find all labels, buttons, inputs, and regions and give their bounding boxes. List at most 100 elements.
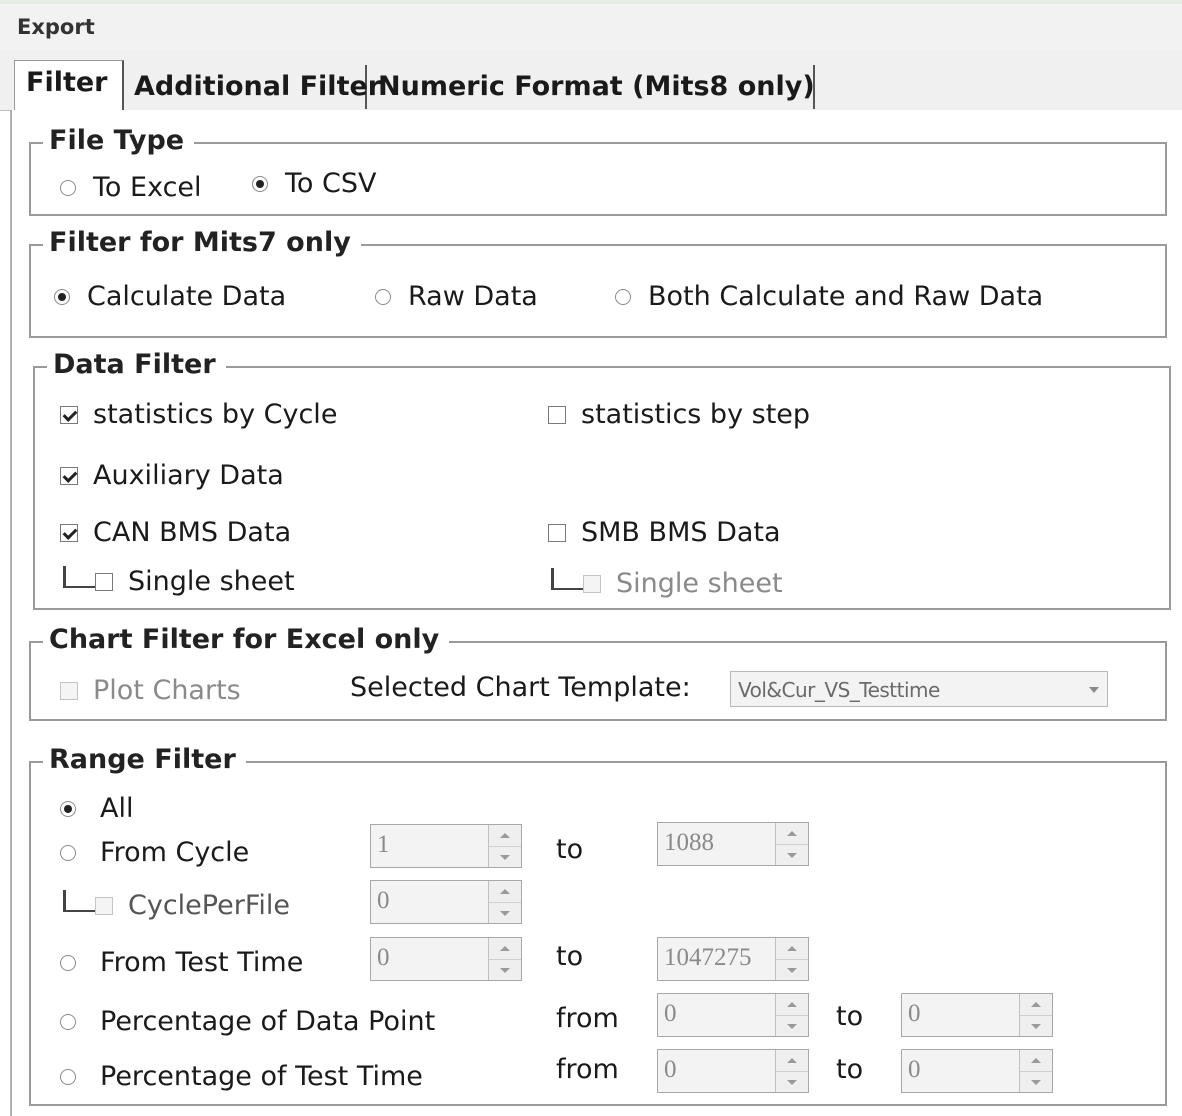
from-test-time-label: From Test Time: [100, 947, 304, 978]
plot-charts-check[interactable]: [60, 681, 78, 700]
pct-data-point-radio[interactable]: Percentage of Data Point: [60, 1006, 435, 1037]
time-to-spinner[interactable]: 1047275: [657, 937, 809, 981]
spinner-buttons: [775, 938, 808, 980]
spin-up-icon[interactable]: [489, 938, 521, 959]
pdp-from-value: 0: [664, 1000, 677, 1027]
cycle-to-label: to: [556, 834, 584, 865]
smb-bms-check[interactable]: [548, 523, 566, 542]
pdp-to-spinner[interactable]: 0: [901, 993, 1053, 1037]
raw-data-radio[interactable]: Raw Data: [375, 281, 538, 312]
cycle-per-file-spinner[interactable]: 0: [370, 880, 522, 924]
range-all-radio[interactable]: All: [60, 793, 133, 824]
spin-down-icon[interactable]: [776, 1015, 808, 1037]
calculate-data-radio[interactable]: Calculate Data: [54, 281, 286, 312]
pct-data-point-radio-circle[interactable]: [60, 1013, 76, 1030]
ptt-to-label: to: [836, 1054, 864, 1085]
title-bar: Export: [0, 4, 1182, 51]
pdp-to-value: 0: [908, 1000, 921, 1027]
data-filter-title: Data Filter: [47, 349, 226, 380]
ptt-from-value: 0: [664, 1056, 677, 1083]
chart-template-dropdown[interactable]: Vol&Cur_VS_Testtime: [730, 671, 1108, 707]
cycle-per-file-checkbox[interactable]: CyclePerFile: [63, 889, 290, 921]
aux-data-checkbox[interactable]: Auxiliary Data: [60, 460, 284, 491]
tab-additional-filter-label: Additional Filter: [134, 71, 382, 102]
calculate-data-radio-circle[interactable]: [54, 288, 70, 305]
window-title: Export: [17, 15, 95, 39]
tab-numeric-format[interactable]: Numeric Format (Mits8 only): [367, 65, 815, 109]
pct-data-point-label: Percentage of Data Point: [100, 1006, 436, 1037]
spin-up-icon[interactable]: [776, 1050, 808, 1071]
calculate-data-label: Calculate Data: [87, 281, 287, 312]
tab-filter[interactable]: Filter: [14, 60, 124, 112]
can-bms-check[interactable]: [60, 523, 78, 542]
time-from-value: 0: [377, 944, 390, 971]
file-type-title: File Type: [43, 125, 195, 156]
time-to-label: to: [556, 941, 584, 972]
can-single-sheet-checkbox[interactable]: Single sheet: [63, 565, 295, 597]
cycle-to-spinner[interactable]: 1088: [657, 822, 809, 866]
plot-charts-checkbox[interactable]: Plot Charts: [60, 675, 241, 706]
pdp-from-label: from: [556, 1003, 619, 1034]
spin-down-icon[interactable]: [489, 846, 521, 868]
cycle-per-file-check[interactable]: [95, 896, 113, 915]
spin-down-icon[interactable]: [1020, 1071, 1052, 1093]
from-cycle-radio-circle[interactable]: [60, 844, 76, 861]
from-cycle-radio[interactable]: From Cycle: [60, 837, 249, 868]
smb-single-sheet-check[interactable]: [583, 574, 601, 593]
aux-data-check[interactable]: [60, 466, 78, 485]
spin-up-icon[interactable]: [489, 825, 521, 846]
range-all-radio-circle[interactable]: [60, 800, 76, 817]
spin-down-icon[interactable]: [489, 959, 521, 981]
to-excel-radio-circle[interactable]: [60, 179, 76, 196]
spin-up-icon[interactable]: [1020, 994, 1052, 1015]
range-all-label: All: [100, 793, 134, 824]
chart-filter-title: Chart Filter for Excel only: [43, 624, 450, 655]
smb-bms-checkbox[interactable]: SMB BMS Data: [548, 517, 781, 548]
spin-up-icon[interactable]: [1020, 1050, 1052, 1071]
pdp-from-spinner[interactable]: 0: [657, 993, 809, 1037]
spin-up-icon[interactable]: [489, 881, 521, 902]
range-filter-title: Range Filter: [43, 744, 246, 775]
from-test-time-radio[interactable]: From Test Time: [60, 947, 303, 978]
from-test-time-radio-circle[interactable]: [60, 954, 76, 971]
mits7-filter-title: Filter for Mits7 only: [43, 227, 361, 258]
from-cycle-label: From Cycle: [100, 837, 250, 868]
ptt-from-spinner[interactable]: 0: [657, 1049, 809, 1093]
spin-down-icon[interactable]: [776, 959, 808, 981]
stat-cycle-check[interactable]: [60, 405, 78, 424]
stat-cycle-label: statistics by Cycle: [93, 399, 338, 430]
ptt-from-label: from: [556, 1054, 619, 1085]
smb-bms-label: SMB BMS Data: [581, 517, 781, 548]
stat-cycle-checkbox[interactable]: statistics by Cycle: [60, 399, 337, 430]
both-data-label: Both Calculate and Raw Data: [648, 281, 1044, 312]
stat-step-check[interactable]: [548, 405, 566, 424]
to-csv-radio-circle[interactable]: [252, 175, 268, 192]
cycle-from-spinner[interactable]: 1: [370, 824, 522, 868]
spin-down-icon[interactable]: [776, 844, 808, 866]
pct-test-time-radio[interactable]: Percentage of Test Time: [60, 1061, 423, 1092]
spin-down-icon[interactable]: [489, 902, 521, 924]
can-single-sheet-check[interactable]: [95, 572, 113, 591]
spin-up-icon[interactable]: [776, 938, 808, 959]
chart-template-value: Vol&Cur_VS_Testtime: [738, 678, 940, 702]
both-data-radio[interactable]: Both Calculate and Raw Data: [615, 281, 1043, 312]
ptt-to-spinner[interactable]: 0: [901, 1049, 1053, 1093]
stat-step-checkbox[interactable]: statistics by step: [548, 399, 810, 430]
ptt-to-value: 0: [908, 1056, 921, 1083]
to-excel-radio[interactable]: To Excel: [60, 172, 202, 203]
tab-additional-filter[interactable]: Additional Filter: [123, 65, 381, 109]
tab-filter-label: Filter: [26, 67, 108, 98]
raw-data-label: Raw Data: [408, 281, 538, 312]
raw-data-radio-circle[interactable]: [375, 288, 391, 305]
pct-test-time-radio-circle[interactable]: [60, 1068, 76, 1085]
to-csv-radio[interactable]: To CSV: [252, 168, 376, 199]
spin-down-icon[interactable]: [1020, 1015, 1052, 1037]
time-from-spinner[interactable]: 0: [370, 937, 522, 981]
spin-up-icon[interactable]: [776, 994, 808, 1015]
spin-down-icon[interactable]: [776, 1071, 808, 1093]
smb-single-sheet-checkbox[interactable]: Single sheet: [551, 567, 783, 599]
both-data-radio-circle[interactable]: [615, 288, 631, 305]
cycle-to-value: 1088: [664, 829, 714, 856]
can-bms-checkbox[interactable]: CAN BMS Data: [60, 517, 291, 548]
spin-up-icon[interactable]: [776, 823, 808, 844]
